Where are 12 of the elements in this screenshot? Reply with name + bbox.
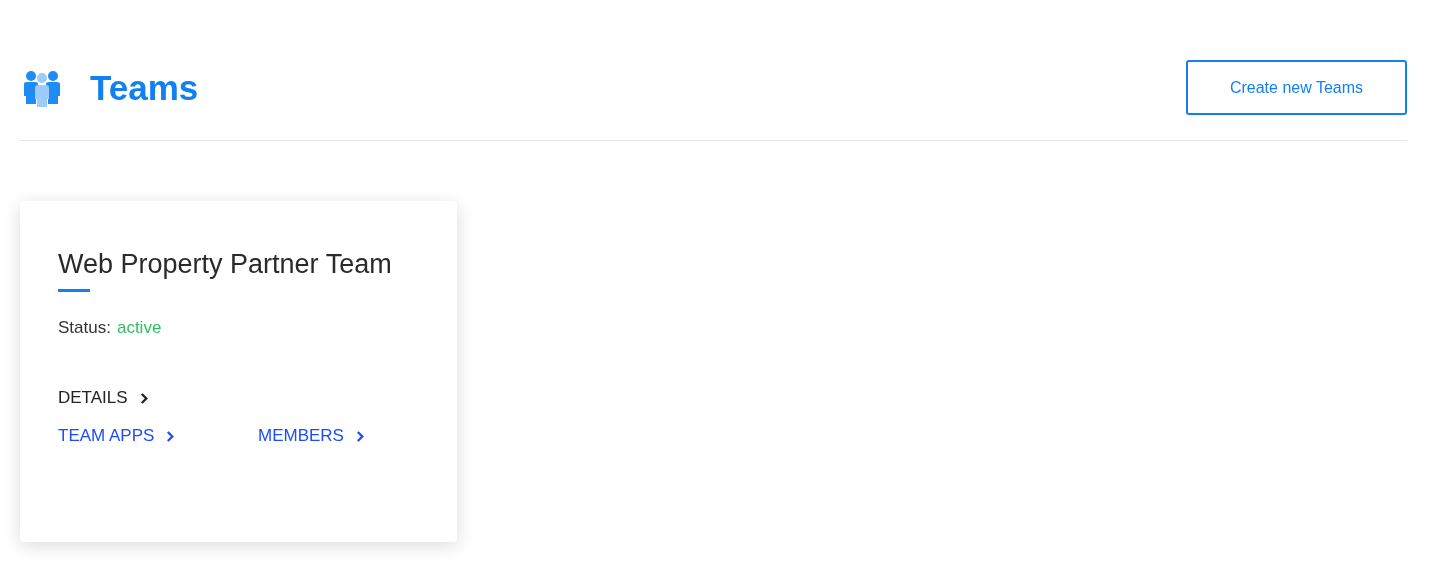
card-link[interactable]: MEMBERS	[258, 426, 365, 446]
status-value: active	[116, 318, 162, 338]
page-title: Teams	[90, 67, 199, 108]
card-link[interactable]: DETAILS	[58, 388, 149, 408]
team-name: Web Property Partner Team	[58, 248, 393, 281]
card-link[interactable]: TEAM APPS	[58, 426, 176, 446]
title-underline	[58, 289, 90, 292]
status-label: Status:	[58, 318, 111, 338]
chevron-right-icon	[355, 430, 365, 442]
chevron-right-icon	[166, 430, 176, 442]
chevron-right-icon	[139, 392, 149, 404]
create-team-button[interactable]: Create new Teams	[1186, 60, 1407, 115]
